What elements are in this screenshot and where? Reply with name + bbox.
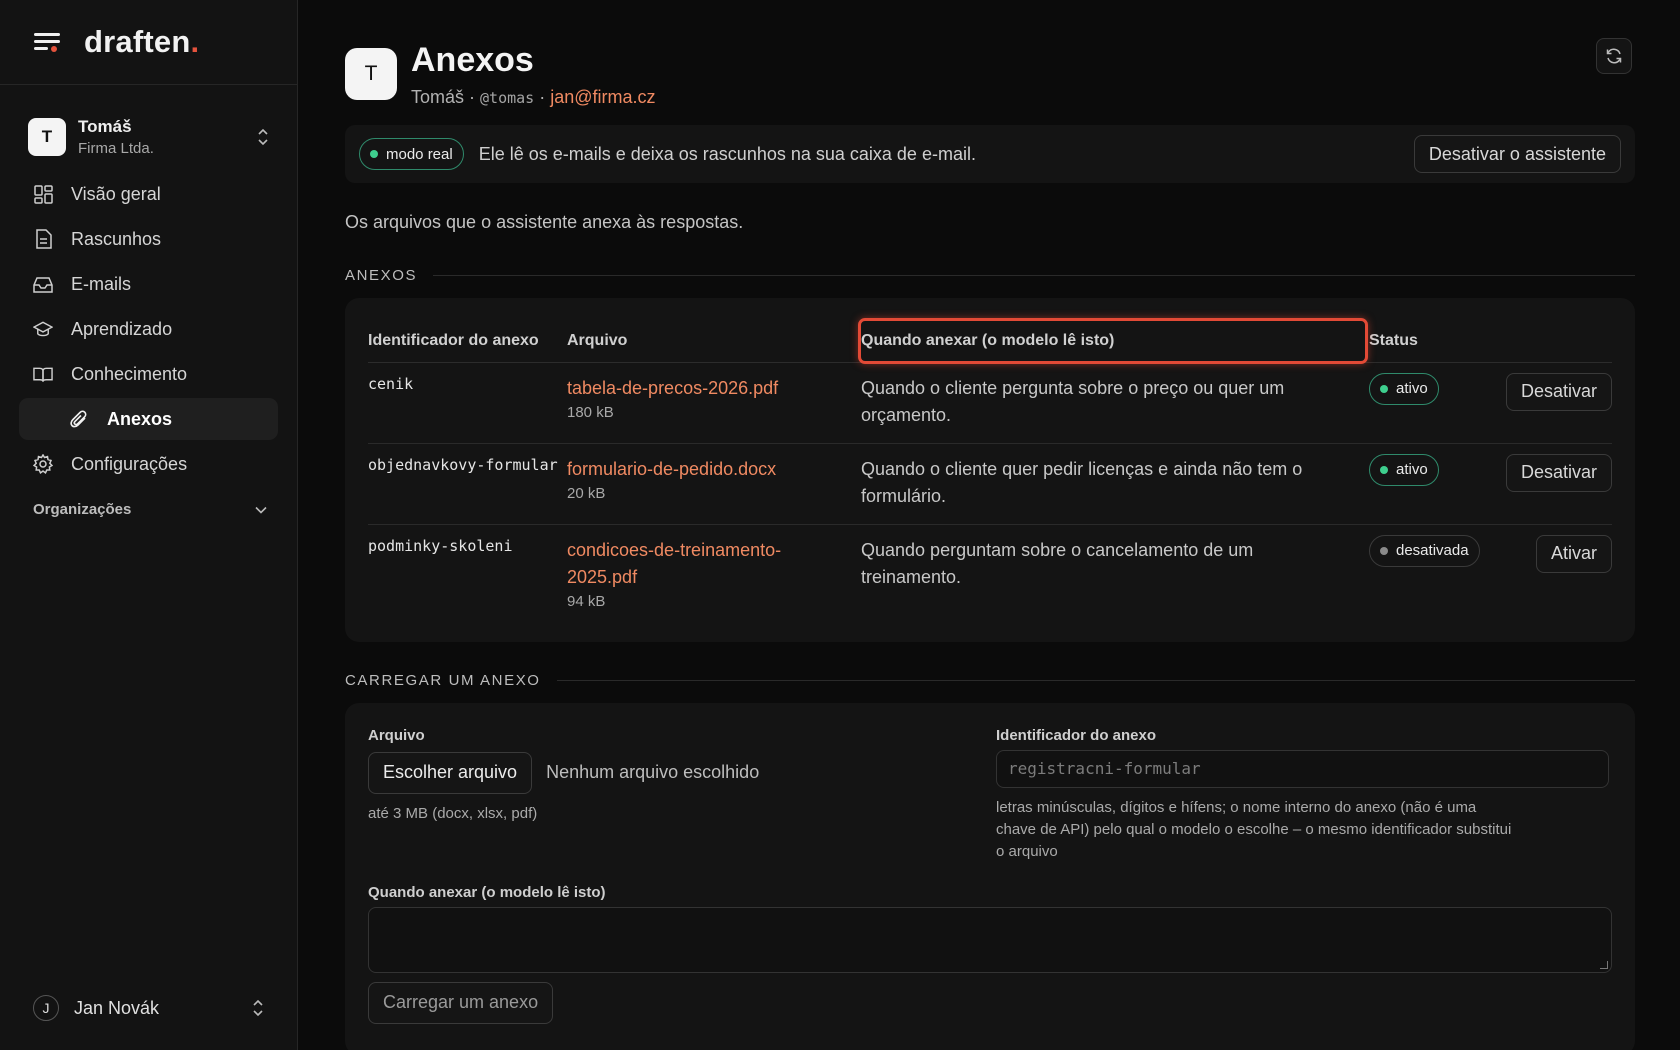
inbox-icon	[33, 274, 53, 294]
document-icon	[33, 229, 53, 249]
sidebar-item-overview[interactable]: Visão geral	[19, 173, 278, 215]
when-label: Quando anexar (o modelo lê isto)	[368, 883, 606, 901]
sidebar-item-learning[interactable]: Aprendizado	[19, 308, 278, 350]
sidebar-item-knowledge[interactable]: Conhecimento	[19, 353, 278, 395]
table-row: objednavkovy-formular formulario-de-pedi…	[368, 443, 1612, 525]
upload-section-title: CARREGAR UM ANEXO	[345, 672, 1635, 689]
activate-button[interactable]: Ativar	[1535, 534, 1612, 573]
column-header-when: Quando anexar (o modelo lê isto)	[858, 298, 1369, 364]
menu-icon[interactable]	[34, 31, 60, 53]
chevrons-updown-icon	[258, 128, 268, 146]
column-header-action	[1479, 298, 1612, 363]
upload-button[interactable]: Carregar um anexo	[368, 981, 554, 1024]
attachment-identifier: cenik	[368, 362, 567, 444]
deactivate-button[interactable]: Desativar	[1505, 453, 1612, 492]
status-badge: ativo	[1369, 372, 1439, 405]
attachment-file-size: 20 kB	[567, 484, 606, 502]
attachment-file-link[interactable]: tabela-de-precos-2026.pdf	[567, 375, 861, 402]
page-title: Anexos	[411, 41, 534, 79]
sidebar-item-settings[interactable]: Configurações	[19, 443, 278, 485]
subtitle-name: Tomáš	[411, 87, 465, 107]
column-header-status: Status	[1369, 298, 1480, 363]
page-subtitle: Tomáš · @tomas · jan@firma.cz	[411, 87, 656, 107]
chevrons-updown-icon	[253, 999, 263, 1017]
user-menu[interactable]: J Jan Novák	[33, 992, 265, 1024]
attachment-when: Quando o cliente quer pedir licenças e a…	[861, 443, 1369, 525]
paperclip-icon	[69, 409, 89, 429]
subtitle-handle: @tomas	[480, 89, 535, 107]
attachment-file-link[interactable]: formulario-de-pedido.docx	[567, 456, 861, 483]
column-header-file: Arquivo	[567, 298, 861, 363]
identifier-hint: letras minúsculas, dígitos e hífens; o n…	[996, 798, 1512, 860]
upload-form: Arquivo Escolher arquivo Nenhum arquivo …	[345, 702, 1635, 1050]
attachment-identifier: podminky-skoleni	[368, 536, 513, 555]
sidebar-nav: Visão geral Rascunhos E-mails Aprendizad…	[0, 173, 297, 485]
brand-logo[interactable]: draften.	[84, 24, 199, 60]
page-header: T Anexos Tomáš · @tomas · jan@firma.cz	[345, 41, 1635, 108]
organizations-label: Organizações	[33, 501, 132, 518]
resize-handle[interactable]	[1600, 960, 1608, 969]
highlight-box	[858, 318, 1368, 364]
sidebar-item-label: E-mails	[71, 273, 132, 294]
graduation-cap-icon	[33, 319, 53, 339]
attachments-table: Identificador do anexo Arquivo Quando an…	[368, 298, 1612, 642]
table-row: cenik tabela-de-precos-2026.pdf 180 kB Qu…	[368, 362, 1612, 444]
page-avatar: T	[345, 48, 397, 100]
sidebar: draften. T Tomáš Firma Ltda. Visão geral…	[0, 0, 298, 1050]
attachments-section-title: ANEXOS	[345, 267, 1635, 284]
status-badge: desativada	[1369, 534, 1480, 567]
when-textarea[interactable]	[368, 906, 1612, 973]
identifier-input[interactable]: registracni-formular	[996, 749, 1609, 788]
refresh-button[interactable]	[1596, 38, 1632, 74]
table-row: podminky-skoleni condicoes-de-treinament…	[368, 524, 1612, 642]
intro-text: Os arquivos que o assistente anexa às re…	[345, 212, 744, 232]
sidebar-item-drafts[interactable]: Rascunhos	[19, 218, 278, 260]
attachment-file-size: 180 kB	[567, 403, 614, 421]
deactivate-button[interactable]: Desativar	[1505, 372, 1612, 411]
attachment-file-link[interactable]: condicoes-de-treinamento-2025.pdf	[567, 537, 817, 591]
sidebar-item-label: Conhecimento	[71, 363, 188, 384]
organizations-toggle[interactable]: Organizações	[33, 501, 267, 518]
chevron-down-icon	[255, 506, 267, 514]
file-label: Arquivo	[368, 726, 425, 744]
no-file-text: Nenhum arquivo escolhido	[546, 762, 760, 782]
sidebar-item-label: Configurações	[71, 453, 188, 474]
file-hint: até 3 MB (docx, xlsx, pdf)	[368, 804, 538, 822]
sidebar-item-label: Rascunhos	[71, 228, 162, 249]
brand-row: draften.	[0, 0, 297, 85]
identifier-label: Identificador do anexo	[996, 726, 1157, 744]
account-org: Firma Ltda.	[78, 140, 154, 157]
main-content: T Anexos Tomáš · @tomas · jan@firma.cz m…	[345, 0, 1635, 1050]
sidebar-item-label: Visão geral	[71, 183, 161, 204]
sidebar-item-label: Anexos	[107, 408, 173, 429]
refresh-icon	[1606, 48, 1622, 64]
account-avatar: T	[28, 118, 66, 156]
sidebar-item-emails[interactable]: E-mails	[19, 263, 278, 305]
mode-banner: modo real Ele lê os e-mails e deixa os r…	[345, 125, 1635, 183]
book-icon	[33, 364, 53, 384]
banner-text: Ele lê os e-mails e deixa os rascunhos n…	[478, 143, 976, 164]
sidebar-item-attachments[interactable]: Anexos	[19, 398, 278, 440]
mode-badge: modo real	[359, 138, 464, 170]
attachment-file-size: 94 kB	[567, 592, 606, 610]
gear-icon	[33, 454, 53, 474]
dashboard-icon	[33, 184, 53, 204]
user-avatar: J	[33, 995, 59, 1021]
status-badge: ativo	[1369, 453, 1439, 486]
attachment-identifier: objednavkovy-formular	[368, 443, 567, 525]
account-name: Tomáš	[78, 117, 132, 136]
attachment-when: Quando o cliente pergunta sobre o preço …	[861, 362, 1369, 444]
sidebar-item-label: Aprendizado	[71, 318, 173, 339]
subtitle-email[interactable]: jan@firma.cz	[550, 87, 655, 107]
attachment-when: Quando perguntam sobre o cancelamento de…	[861, 539, 1254, 587]
deactivate-assistant-button[interactable]: Desativar o assistente	[1413, 135, 1621, 173]
account-switcher[interactable]: T Tomáš Firma Ltda.	[28, 115, 270, 159]
column-header-identifier: Identificador do anexo	[368, 298, 567, 363]
choose-file-button[interactable]: Escolher arquivo	[368, 751, 533, 794]
attachments-table-card: Identificador do anexo Arquivo Quando an…	[345, 298, 1635, 642]
user-name: Jan Novák	[74, 997, 160, 1018]
